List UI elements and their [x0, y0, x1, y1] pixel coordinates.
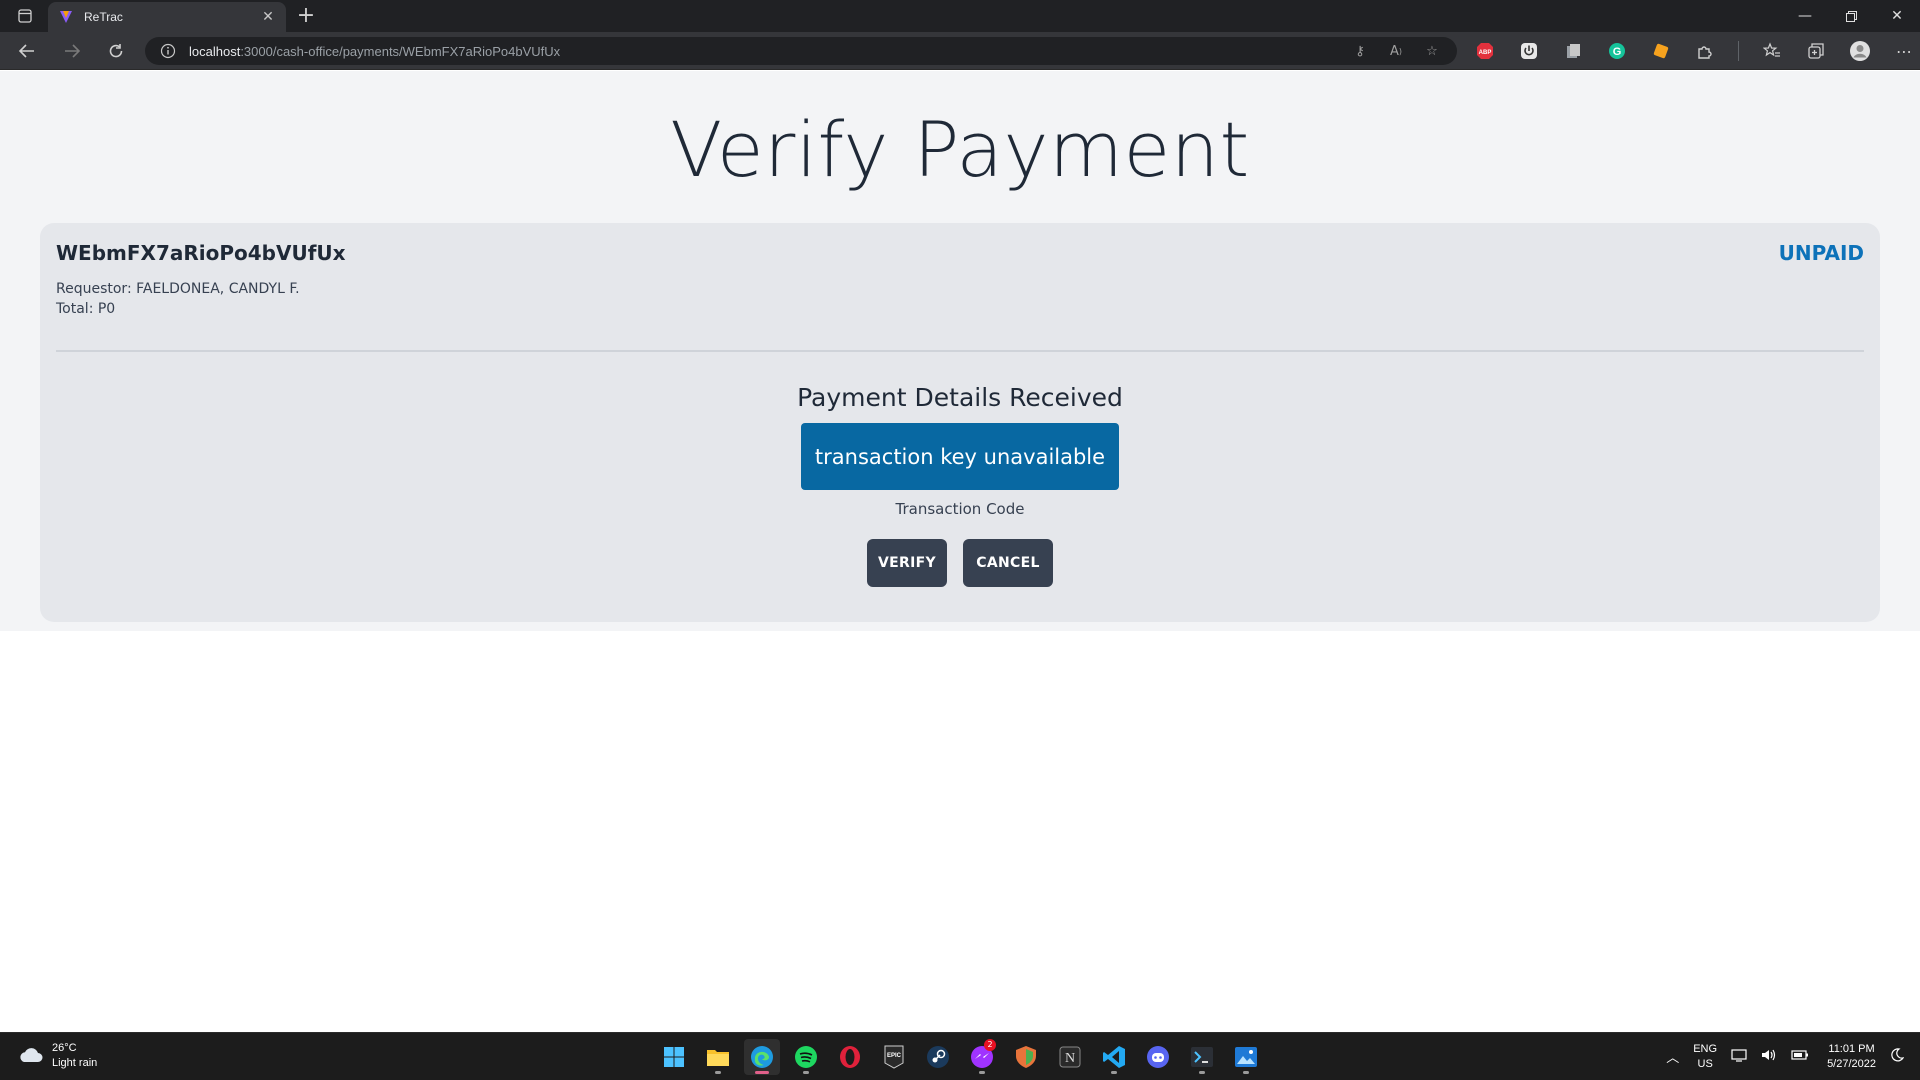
collections-icon[interactable]	[1805, 40, 1827, 62]
taskbar-apps: EPIC 2 N	[656, 1039, 1272, 1075]
divider	[56, 350, 1864, 352]
tab-title: ReTrac	[84, 10, 123, 24]
notion-icon[interactable]: N	[1052, 1039, 1088, 1075]
requestor-text: Requestor: FAELDONEA, CANDYL F.	[56, 281, 300, 297]
browser-tab[interactable]: ReTrac ✕	[48, 2, 286, 32]
add-favorite-icon[interactable]: ☆	[1421, 41, 1443, 61]
url-host: localhost	[189, 43, 241, 59]
discord-icon[interactable]	[1140, 1039, 1176, 1075]
edge-icon[interactable]	[744, 1039, 780, 1075]
photos-icon[interactable]	[1228, 1039, 1264, 1075]
payment-card: WEbmFX7aRioPo4bVUfUx UNPAID Requestor: F…	[40, 223, 1880, 622]
weather-widget[interactable]: 26°C Light rain	[18, 1041, 97, 1071]
svg-text:ABP: ABP	[1479, 50, 1492, 56]
extensions-icon[interactable]	[1694, 40, 1716, 62]
battery-icon[interactable]	[1791, 1049, 1809, 1066]
more-icon[interactable]: ⋯	[1893, 40, 1915, 62]
minimize-icon[interactable]: —	[1782, 0, 1828, 32]
verify-button[interactable]: VERIFY	[867, 539, 947, 587]
payment-id: WEbmFX7aRioPo4bVUfUx	[56, 241, 346, 265]
address-bar[interactable]: localhost:3000/cash-office/payments/WEbm…	[145, 37, 1457, 65]
retrac-favicon	[58, 9, 74, 25]
tag-icon[interactable]	[1650, 40, 1672, 62]
close-icon[interactable]: ✕	[260, 9, 276, 25]
restore-icon[interactable]	[1828, 0, 1874, 32]
cancel-button[interactable]: CANCEL	[963, 539, 1053, 587]
weather-condition: Light rain	[52, 1057, 98, 1069]
payment-details-heading: Payment Details Received	[797, 383, 1123, 412]
clock-date: 5/27/2022	[1827, 1058, 1876, 1070]
total-text: Total: P0	[56, 301, 116, 317]
profile-icon[interactable]	[1849, 40, 1871, 62]
shield-app-icon[interactable]	[1008, 1039, 1044, 1075]
epic-games-icon[interactable]: EPIC	[876, 1039, 912, 1075]
power-icon[interactable]	[1518, 40, 1540, 62]
page-title: Verify Payment	[670, 105, 1250, 194]
weather-temperature: 26°C	[52, 1042, 77, 1054]
plus-icon[interactable]: +	[292, 3, 320, 29]
svg-text:G: G	[1613, 46, 1622, 58]
vscode-icon[interactable]	[1096, 1039, 1132, 1075]
payment-meta: Requestor: FAELDONEA, CANDYL F. Total: P…	[56, 279, 300, 319]
steam-icon[interactable]	[920, 1039, 956, 1075]
language-code: ENG	[1693, 1043, 1718, 1055]
key-icon[interactable]: ⚷	[1349, 41, 1371, 61]
transaction-code-label: Transaction Code	[895, 500, 1025, 518]
moon-icon[interactable]	[1890, 1047, 1905, 1067]
tab-actions-icon[interactable]	[10, 6, 40, 26]
terminal-icon[interactable]	[1184, 1039, 1220, 1075]
back-icon[interactable]	[12, 37, 42, 65]
messenger-icon[interactable]: 2	[964, 1039, 1000, 1075]
svg-text:N: N	[1065, 1051, 1075, 1066]
start-icon[interactable]	[656, 1039, 692, 1075]
browser-toolbar: localhost:3000/cash-office/payments/WEbm…	[0, 32, 1920, 70]
svg-text:EPIC: EPIC	[887, 1053, 902, 1059]
volume-icon[interactable]	[1761, 1048, 1777, 1067]
info-icon[interactable]	[159, 42, 177, 60]
windows-taskbar: 26°C Light rain EPIC 2 N ︿ ENG US 11:01 …	[0, 1032, 1920, 1080]
browser-tabbar: ReTrac ✕ + — ✕	[0, 0, 1920, 32]
forward-icon[interactable]	[57, 37, 87, 65]
region-code: US	[1697, 1058, 1713, 1070]
system-tray: ︿ ENG US 11:01 PM 5/27/2022	[1652, 1039, 1905, 1075]
notification-badge: 2	[984, 1039, 996, 1051]
spotify-icon[interactable]	[788, 1039, 824, 1075]
close-window-icon[interactable]: ✕	[1874, 0, 1920, 32]
clock[interactable]: 11:01 PM 5/27/2022	[1827, 1042, 1876, 1072]
opera-icon[interactable]	[832, 1039, 868, 1075]
network-icon[interactable]	[1731, 1048, 1747, 1067]
file-explorer-icon[interactable]	[700, 1039, 736, 1075]
language-indicator[interactable]: ENG US	[1693, 1042, 1717, 1072]
cloud-rain-icon	[18, 1046, 44, 1066]
adblock-icon[interactable]: ABP	[1474, 40, 1496, 62]
url-path: :3000/cash-office/payments/WEbmFX7aRioPo…	[240, 43, 561, 59]
read-aloud-icon[interactable]: A)	[1385, 41, 1407, 61]
status-badge: UNPAID	[1778, 241, 1864, 265]
grammarly-icon[interactable]: G	[1606, 40, 1628, 62]
chevron-up-icon[interactable]: ︿	[1666, 1050, 1679, 1065]
toolbar-separator	[1738, 41, 1739, 61]
window-controls: — ✕	[1782, 0, 1920, 32]
page-content: Verify Payment WEbmFX7aRioPo4bVUfUx UNPA…	[0, 71, 1920, 631]
clock-time: 11:01 PM	[1828, 1043, 1875, 1055]
refresh-icon[interactable]	[101, 37, 131, 65]
favorites-icon[interactable]	[1761, 40, 1783, 62]
transaction-key-box: transaction key unavailable	[801, 423, 1119, 490]
clipboard-icon[interactable]	[1562, 40, 1584, 62]
